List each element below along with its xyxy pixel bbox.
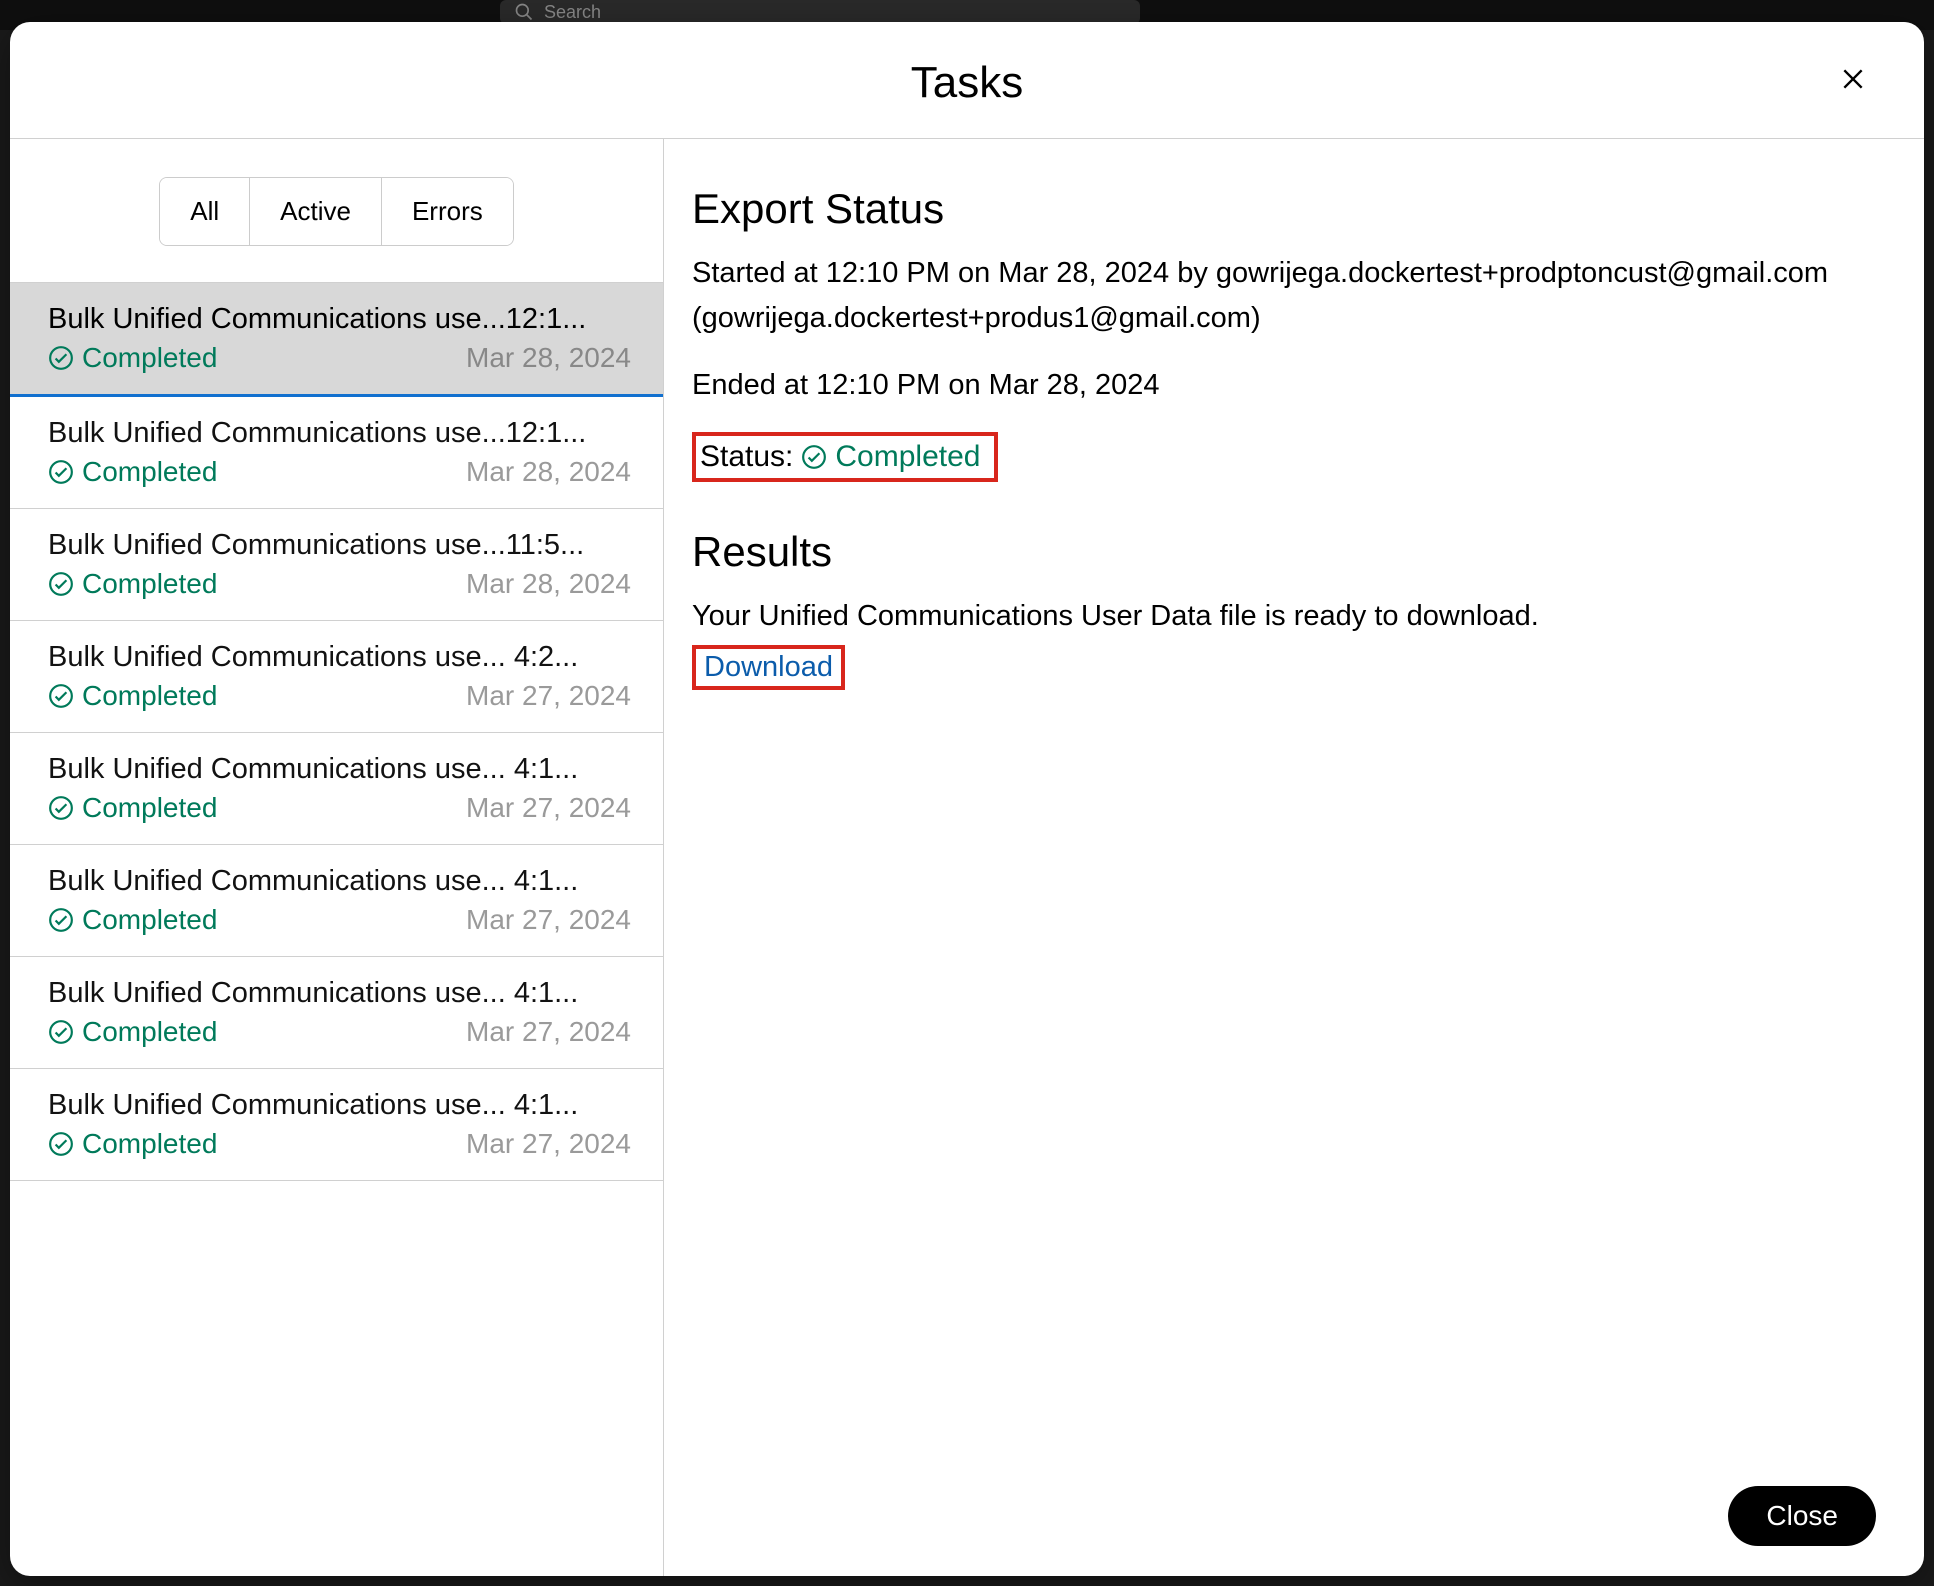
modal-footer: Close xyxy=(1728,1486,1876,1546)
check-circle-icon xyxy=(801,444,827,470)
task-title: Bulk Unified Communications use... 4:1..… xyxy=(48,977,631,1010)
ended-at-line: Ended at 12:10 PM on Mar 28, 2024 xyxy=(692,363,1884,408)
task-title: Bulk Unified Communications use...12:1..… xyxy=(48,417,631,450)
check-circle-icon xyxy=(48,1019,74,1045)
task-item[interactable]: Bulk Unified Communications use... 4:2..… xyxy=(10,621,663,733)
status-text: Completed xyxy=(82,680,217,712)
task-status-row: Completed Mar 28, 2024 xyxy=(48,456,631,488)
modal-title: Tasks xyxy=(10,58,1924,108)
tasks-modal: Tasks All Active Errors Bulk Unified Com… xyxy=(10,22,1924,1576)
close-icon xyxy=(1840,66,1866,92)
task-title: Bulk Unified Communications use...11:5..… xyxy=(48,529,631,562)
task-date: Mar 27, 2024 xyxy=(466,1016,631,1048)
task-item[interactable]: Bulk Unified Communications use... 4:1..… xyxy=(10,1069,663,1181)
status-value-text: Completed xyxy=(835,440,980,474)
task-list[interactable]: Bulk Unified Communications use...12:1..… xyxy=(10,282,663,1576)
status-text: Completed xyxy=(82,1128,217,1160)
task-item[interactable]: Bulk Unified Communications use...12:1..… xyxy=(10,397,663,509)
task-item[interactable]: Bulk Unified Communications use... 4:1..… xyxy=(10,957,663,1069)
status-highlight-box: Status: Completed xyxy=(692,432,998,482)
started-at-line: Started at 12:10 PM on Mar 28, 2024 by g… xyxy=(692,251,1884,341)
task-title: Bulk Unified Communications use... 4:1..… xyxy=(48,753,631,786)
close-icon-button[interactable] xyxy=(1838,64,1868,94)
status-text: Completed xyxy=(82,904,217,936)
task-item[interactable]: Bulk Unified Communications use... 4:1..… xyxy=(10,845,663,957)
global-search[interactable]: Search xyxy=(500,0,1140,24)
task-date: Mar 28, 2024 xyxy=(466,568,631,600)
task-title: Bulk Unified Communications use... 4:1..… xyxy=(48,865,631,898)
status-chip: Completed xyxy=(48,792,217,824)
close-button[interactable]: Close xyxy=(1728,1486,1876,1546)
check-circle-icon xyxy=(48,683,74,709)
task-date: Mar 27, 2024 xyxy=(466,792,631,824)
check-circle-icon xyxy=(48,345,74,371)
search-placeholder: Search xyxy=(544,2,601,23)
task-list-pane: All Active Errors Bulk Unified Communica… xyxy=(10,139,664,1576)
task-status-row: Completed Mar 28, 2024 xyxy=(48,568,631,600)
check-circle-icon xyxy=(48,1131,74,1157)
task-date: Mar 27, 2024 xyxy=(466,1128,631,1160)
status-value: Completed xyxy=(801,440,980,474)
status-text: Completed xyxy=(82,1016,217,1048)
check-circle-icon xyxy=(48,907,74,933)
status-chip: Completed xyxy=(48,904,217,936)
results-text: Your Unified Communications User Data fi… xyxy=(692,594,1884,639)
status-chip: Completed xyxy=(48,456,217,488)
status-chip: Completed xyxy=(48,680,217,712)
filter-all[interactable]: All xyxy=(160,178,250,245)
task-date: Mar 28, 2024 xyxy=(466,456,631,488)
status-chip: Completed xyxy=(48,1128,217,1160)
status-text: Completed xyxy=(82,568,217,600)
status-label: Status: xyxy=(700,440,793,474)
export-status-heading: Export Status xyxy=(692,185,1884,233)
task-status-row: Completed Mar 27, 2024 xyxy=(48,792,631,824)
check-circle-icon xyxy=(48,795,74,821)
task-item[interactable]: Bulk Unified Communications use...11:5..… xyxy=(10,509,663,621)
task-date: Mar 27, 2024 xyxy=(466,680,631,712)
filter-errors[interactable]: Errors xyxy=(382,178,513,245)
task-title: Bulk Unified Communications use... 4:2..… xyxy=(48,641,631,674)
status-chip: Completed xyxy=(48,568,217,600)
task-status-row: Completed Mar 27, 2024 xyxy=(48,1016,631,1048)
task-date: Mar 27, 2024 xyxy=(466,904,631,936)
status-text: Completed xyxy=(82,342,217,374)
status-chip: Completed xyxy=(48,1016,217,1048)
task-title: Bulk Unified Communications use...12:1..… xyxy=(48,303,631,336)
download-link[interactable]: Download xyxy=(704,651,833,683)
status-text: Completed xyxy=(82,456,217,488)
check-circle-icon xyxy=(48,459,74,485)
task-status-row: Completed Mar 27, 2024 xyxy=(48,1128,631,1160)
modal-body: All Active Errors Bulk Unified Communica… xyxy=(10,139,1924,1576)
modal-header: Tasks xyxy=(10,22,1924,139)
download-highlight-box: Download xyxy=(692,645,845,690)
task-item[interactable]: Bulk Unified Communications use...12:1..… xyxy=(10,283,663,397)
task-status-row: Completed Mar 27, 2024 xyxy=(48,904,631,936)
results-heading: Results xyxy=(692,528,1884,576)
task-status-row: Completed Mar 28, 2024 xyxy=(48,342,631,374)
task-item[interactable]: Bulk Unified Communications use... 4:1..… xyxy=(10,733,663,845)
task-status-row: Completed Mar 27, 2024 xyxy=(48,680,631,712)
task-date: Mar 28, 2024 xyxy=(466,342,631,374)
filter-active[interactable]: Active xyxy=(250,178,382,245)
search-icon xyxy=(514,2,534,22)
status-chip: Completed xyxy=(48,342,217,374)
task-title: Bulk Unified Communications use... 4:1..… xyxy=(48,1089,631,1122)
status-text: Completed xyxy=(82,792,217,824)
filter-tabs: All Active Errors xyxy=(10,177,663,246)
task-detail-pane: Export Status Started at 12:10 PM on Mar… xyxy=(664,139,1924,1576)
check-circle-icon xyxy=(48,571,74,597)
